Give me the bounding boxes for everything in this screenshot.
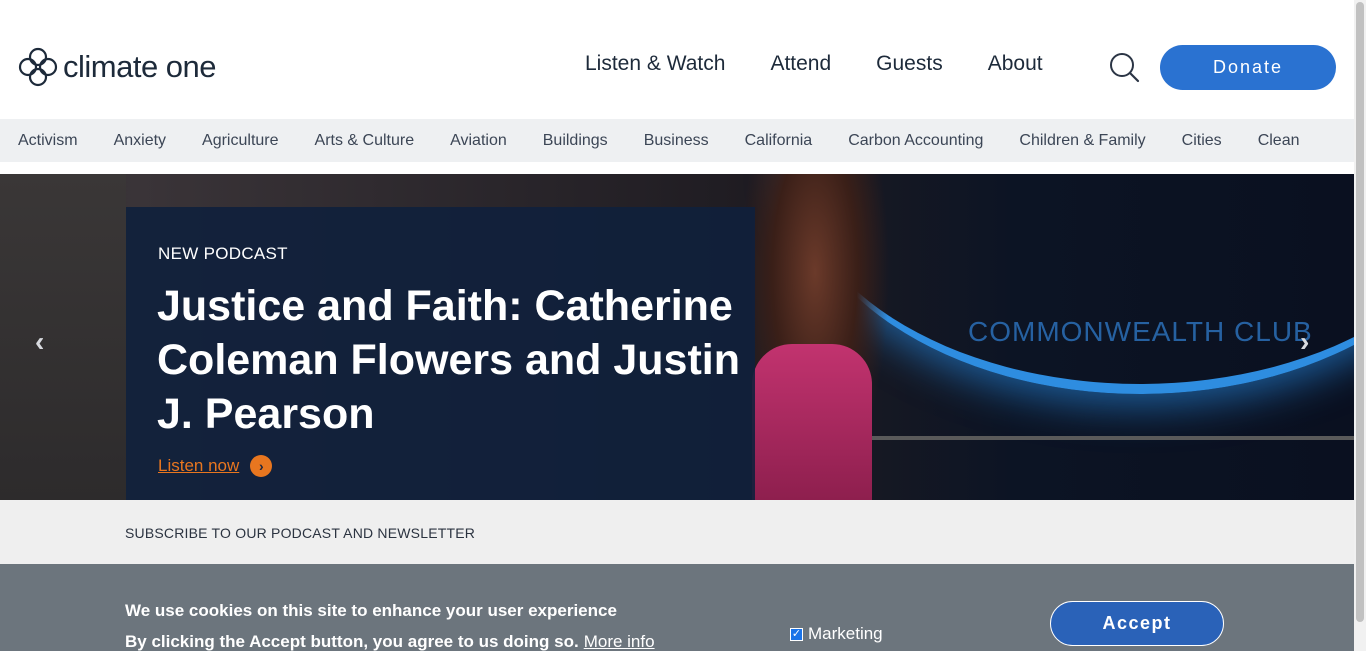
checkbox-checked-icon[interactable]: ✓ xyxy=(790,627,803,641)
topic-clean[interactable]: Clean xyxy=(1258,119,1300,162)
hero-background-left xyxy=(0,174,126,500)
hero-stage-line xyxy=(855,436,1354,440)
main-nav: Listen & Watch Attend Guests About xyxy=(585,52,1088,76)
topic-children-family[interactable]: Children & Family xyxy=(1019,119,1145,162)
topic-activism[interactable]: Activism xyxy=(18,119,78,162)
cookie-body-text: By clicking the Accept button, you agree… xyxy=(125,632,579,651)
accept-button[interactable]: Accept xyxy=(1050,601,1224,646)
nav-about[interactable]: About xyxy=(988,52,1043,76)
topic-business[interactable]: Business xyxy=(644,119,709,162)
marketing-label: Marketing xyxy=(808,624,883,643)
topic-anxiety[interactable]: Anxiety xyxy=(114,119,166,162)
hero-carousel: COMMONWEALTH CLUB NEW PODCAST Justice an… xyxy=(0,174,1354,500)
nav-guests[interactable]: Guests xyxy=(876,52,943,76)
hero-background-text: COMMONWEALTH CLUB xyxy=(968,316,1313,347)
hero-card: NEW PODCAST Justice and Faith: Catherine… xyxy=(126,207,755,500)
hero-kicker: NEW PODCAST xyxy=(158,244,288,263)
topic-agriculture[interactable]: Agriculture xyxy=(202,119,278,162)
climate-one-logo-icon xyxy=(18,47,58,87)
cookie-heading: We use cookies on this site to enhance y… xyxy=(125,601,617,620)
hero-speaker-outfit xyxy=(752,344,872,500)
topic-cities[interactable]: Cities xyxy=(1182,119,1222,162)
subscribe-section: SUBSCRIBE TO OUR PODCAST AND NEWSLETTER xyxy=(0,500,1354,564)
arrow-right-icon: › xyxy=(250,455,273,477)
site-logo[interactable]: climate one xyxy=(17,46,217,88)
marketing-checkbox[interactable]: ✓ Marketing xyxy=(790,624,883,644)
cookie-body: By clicking the Accept button, you agree… xyxy=(125,632,655,652)
subscribe-label: SUBSCRIBE TO OUR PODCAST AND NEWSLETTER xyxy=(125,525,476,541)
page-scrollbar[interactable] xyxy=(1354,0,1366,651)
cookie-banner: We use cookies on this site to enhance y… xyxy=(0,564,1354,651)
donate-button[interactable]: Donate xyxy=(1160,45,1336,90)
nav-attend[interactable]: Attend xyxy=(770,52,831,76)
topic-buildings[interactable]: Buildings xyxy=(543,119,608,162)
listen-now-label: Listen now xyxy=(158,456,240,475)
topic-california[interactable]: California xyxy=(745,119,813,162)
hero-title[interactable]: Justice and Faith: Catherine Coleman Flo… xyxy=(157,279,747,441)
logo-text: climate one xyxy=(63,49,217,84)
nav-listen-watch[interactable]: Listen & Watch xyxy=(585,52,725,76)
topic-aviation[interactable]: Aviation xyxy=(450,119,507,162)
listen-now-link[interactable]: Listen now › xyxy=(158,455,273,477)
topic-bar: Activism Anxiety Agriculture Arts & Culture… xyxy=(0,119,1354,162)
topic-arts-culture[interactable]: Arts & Culture xyxy=(315,119,415,162)
carousel-next-icon[interactable]: › xyxy=(1300,326,1309,358)
more-info-link[interactable]: More info xyxy=(584,632,655,651)
site-header: climate one Listen & Watch Attend Guests… xyxy=(0,0,1354,119)
scrollbar-thumb[interactable] xyxy=(1356,2,1364,622)
carousel-prev-icon[interactable]: ‹ xyxy=(35,326,44,358)
search-icon[interactable] xyxy=(1108,51,1140,83)
topic-carbon-accounting[interactable]: Carbon Accounting xyxy=(848,119,983,162)
